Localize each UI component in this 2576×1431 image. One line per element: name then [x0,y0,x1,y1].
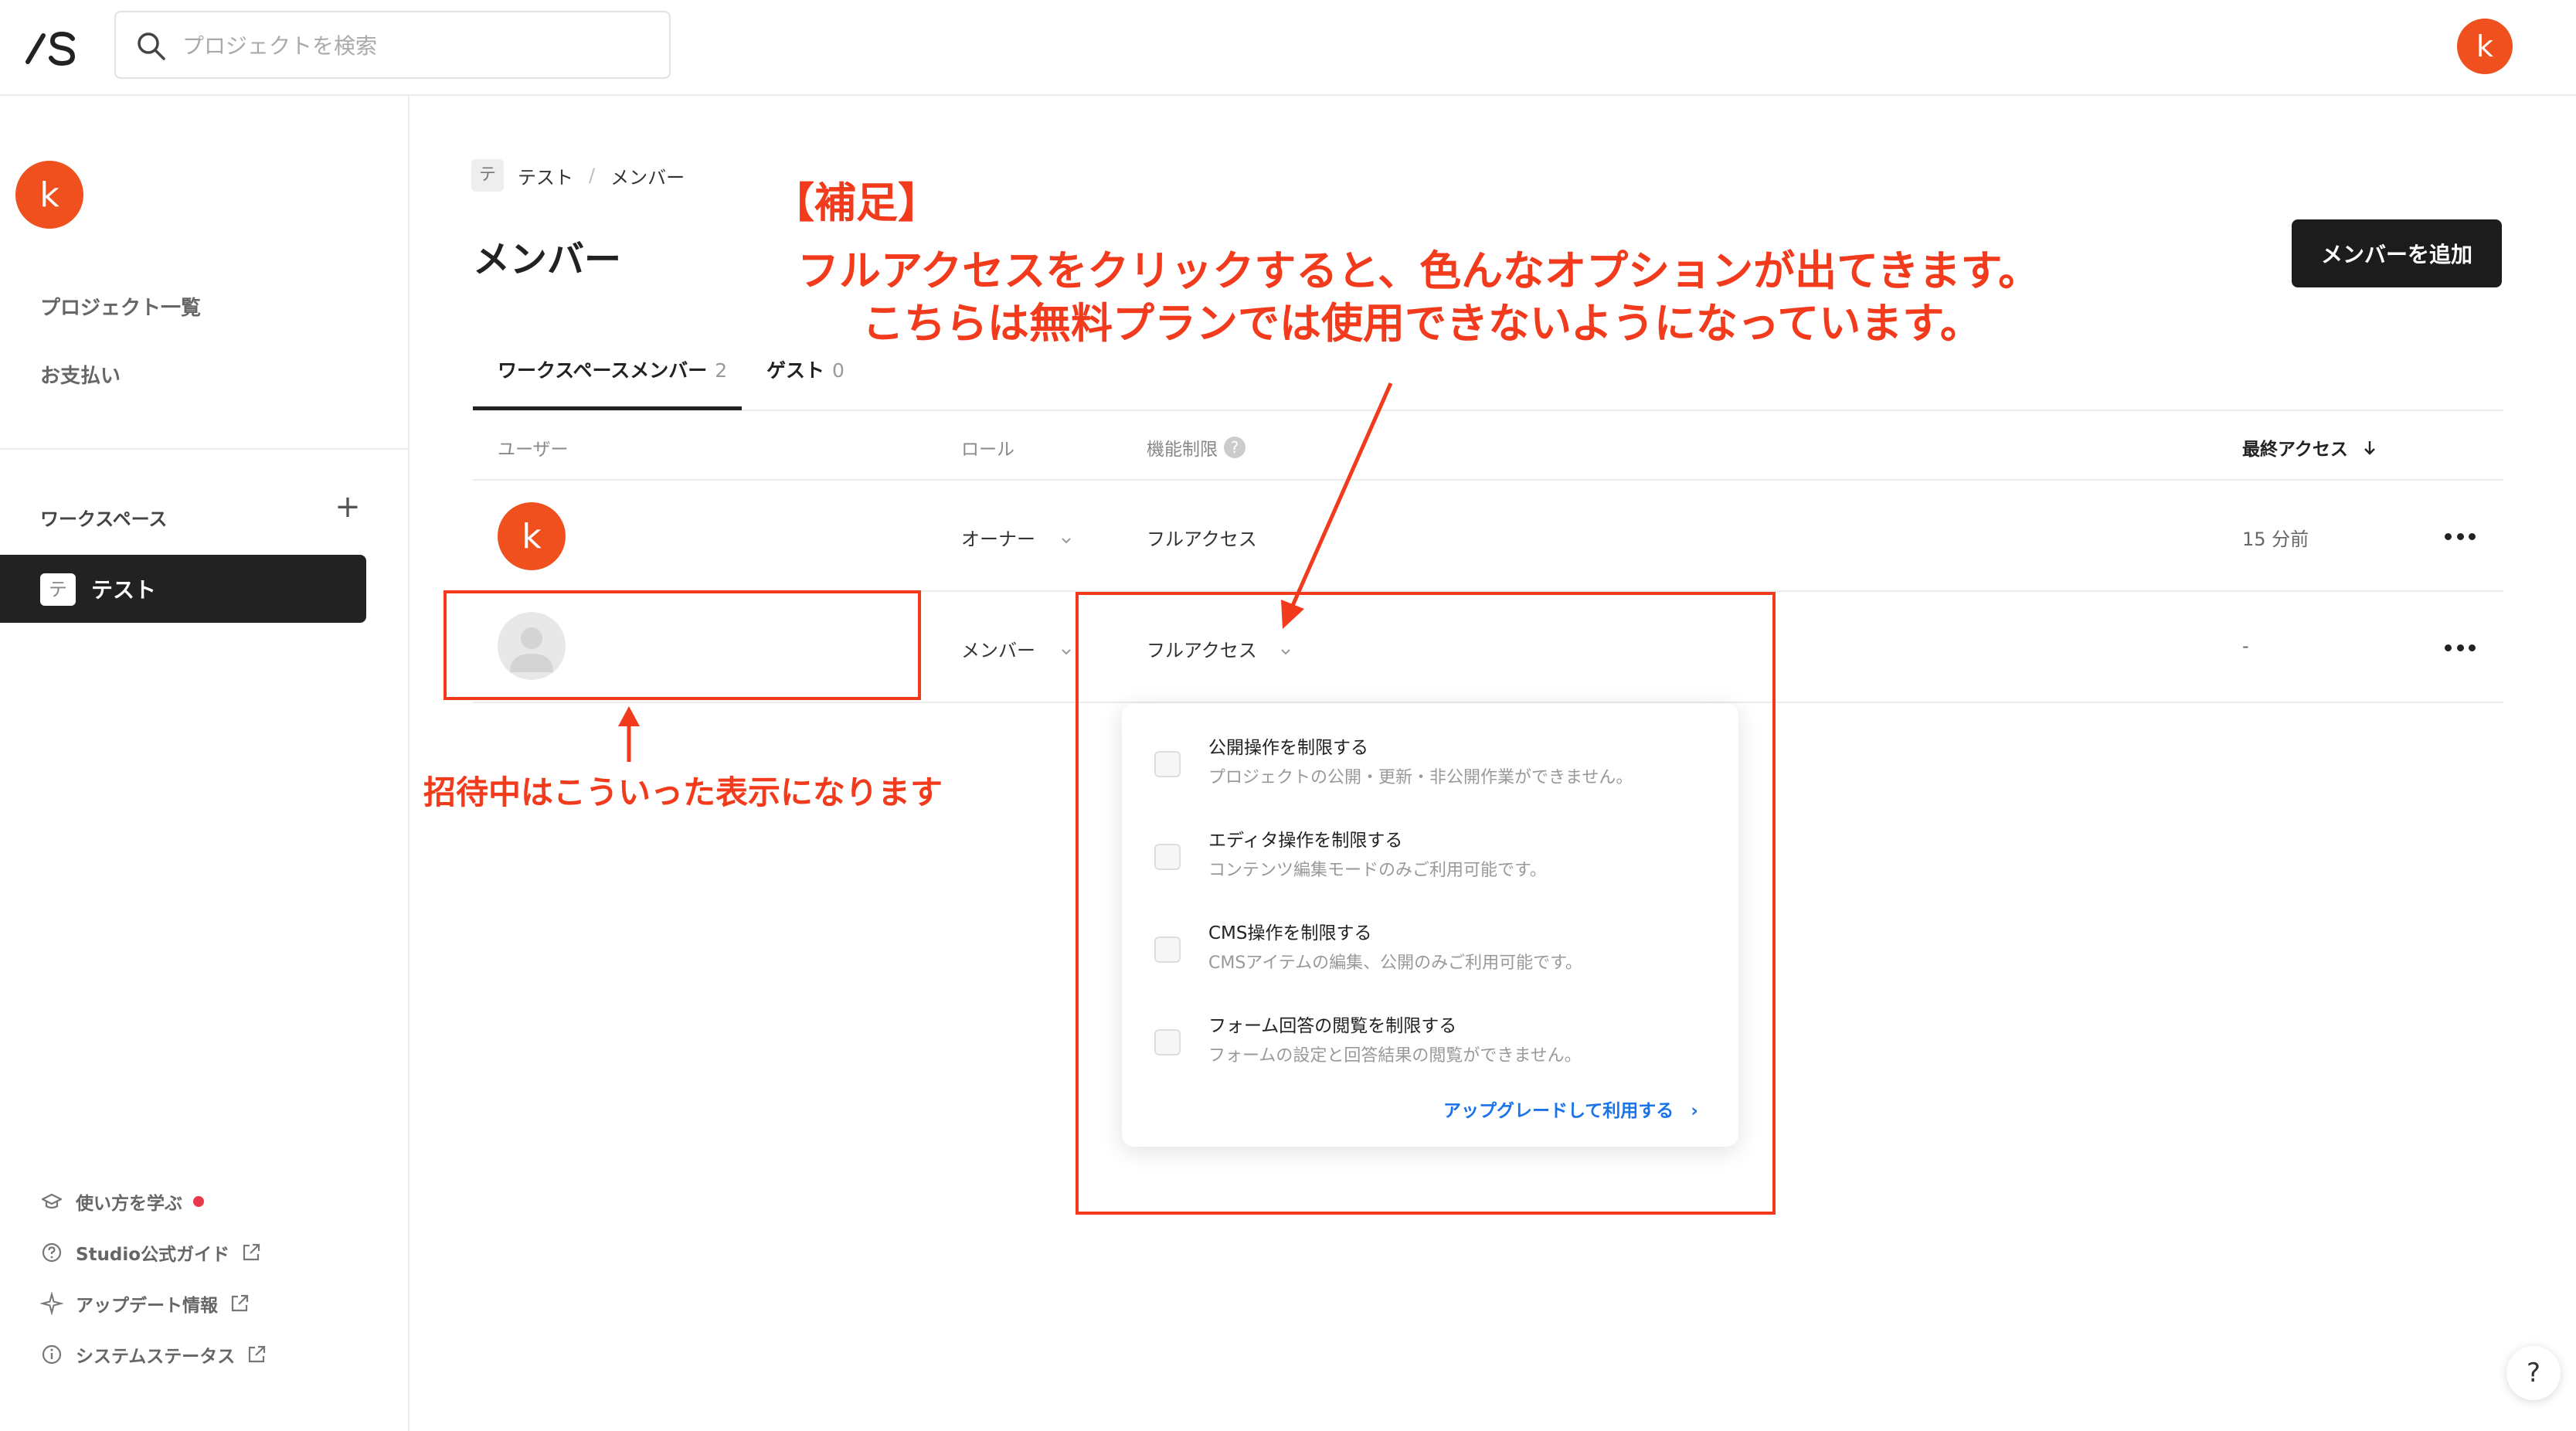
annotation-invite-note: 招待中はこういった表示になります [423,773,943,811]
member-avatar: k [498,502,566,570]
tab-label: ゲスト [766,359,825,382]
chevron-down-icon [1061,649,1071,655]
column-header-last-access[interactable]: 最終アクセス [2242,434,2379,461]
top-bar: k [0,0,2576,96]
column-header-role: ロール [961,440,1014,460]
workspace-section-label: ワークスペース [40,508,168,530]
role-select[interactable]: メンバー [961,635,1074,662]
column-header-restriction: 機能制限 ? [1147,434,1246,461]
sidebar-item-projects[interactable]: プロジェクト一覧 [40,292,201,321]
column-header-user: ユーザー [498,440,569,460]
help-button[interactable]: ? [2506,1346,2561,1400]
workspace-label: テスト [91,577,157,603]
footer-link-label: 使い方を学ぶ [76,1194,182,1214]
last-access-value: - [2242,635,2249,657]
row-divider [473,479,2503,481]
last-access-value: 15 分前 [2242,529,2309,550]
role-value: メンバー [961,640,1035,661]
workspace-icon: テ [40,573,76,606]
external-link-icon [243,1243,260,1261]
breadcrumb: テ テスト / メンバー [471,159,685,192]
breadcrumb-project[interactable]: テスト [518,162,573,189]
footer-link-status[interactable]: システムステータス [40,1341,267,1368]
help-icon[interactable]: ? [1224,437,1246,458]
sort-down-arrow-icon [2364,441,2375,455]
tab-count: 2 [715,359,728,382]
sidebar: k プロジェクト一覧 お支払い ワークスペース + テ テスト 使い方を学ぶ S… [0,96,410,1431]
footer-link-label: システムステータス [76,1347,236,1367]
external-link-icon [231,1294,249,1312]
access-value: フルアクセス [1147,529,1257,550]
search-icon [138,32,165,60]
tab-label: ワークスペースメンバー [498,359,708,382]
role-value: オーナー [961,529,1035,550]
page-title: メンバー [473,238,622,281]
more-options-button[interactable] [2445,529,2476,544]
notification-dot [193,1196,204,1207]
footer-link-updates[interactable]: アップデート情報 [40,1290,250,1317]
footer-link-learn[interactable]: 使い方を学ぶ [40,1188,204,1215]
chevron-down-icon [1061,538,1071,544]
annotation-box-invited [443,590,921,700]
tab-count: 0 [832,359,845,382]
project-icon: テ [471,159,504,192]
column-header-label: 機能制限 [1147,440,1218,460]
footer-link-label: Studio公式ガイド [76,1245,230,1265]
studio-logo-icon[interactable] [25,28,80,68]
search-input[interactable] [182,26,646,65]
tabs-divider [473,410,2503,411]
search-bar[interactable] [114,11,671,79]
breadcrumb-current: メンバー [610,166,685,189]
add-member-button[interactable]: メンバーを追加 [2292,219,2502,287]
sidebar-item-workspace-test[interactable]: テ テスト [0,555,366,623]
tab-guests[interactable]: ゲスト 0 [766,355,845,383]
footer-link-label: アップデート情報 [76,1296,218,1316]
column-header-label: 最終アクセス [2242,440,2348,460]
info-circle-icon [42,1344,62,1365]
annotation-supplement-line2: こちらは無料プランでは使用できないようになっています。 [862,299,1982,348]
arrow-to-invited-row-icon [618,706,640,762]
graduation-cap-icon [41,1193,63,1209]
annotation-box-dropdown [1076,592,1776,1215]
sparkle-icon [40,1292,63,1315]
annotation-supplement-title: 【補足】 [773,178,940,227]
breadcrumb-separator: / [589,165,596,186]
sidebar-item-billing[interactable]: お支払い [40,360,121,389]
question-circle-icon [42,1242,62,1263]
add-workspace-button[interactable]: + [331,490,365,524]
tab-workspace-members[interactable]: ワークスペースメンバー 2 [498,355,727,383]
active-tab-indicator [473,406,742,410]
sidebar-divider [0,448,410,450]
role-select[interactable]: オーナー [961,524,1074,551]
sidebar-avatar[interactable]: k [15,161,83,229]
more-options-button[interactable] [2445,640,2476,655]
external-link-icon [249,1345,266,1363]
footer-link-guide[interactable]: Studio公式ガイド [40,1239,262,1266]
user-avatar[interactable]: k [2457,19,2513,74]
